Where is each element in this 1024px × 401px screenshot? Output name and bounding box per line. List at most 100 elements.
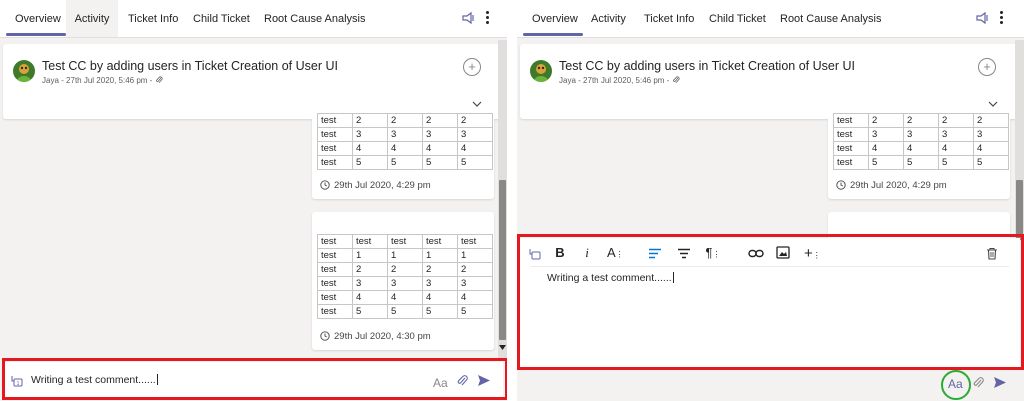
format-toggle-icon[interactable] — [529, 248, 541, 260]
pin-icon[interactable] — [461, 11, 475, 25]
send-icon[interactable] — [993, 376, 1007, 389]
table-cell: 2 — [387, 113, 423, 128]
table-cell: 3 — [352, 127, 388, 142]
tab-root-cause-analysis[interactable]: Root Cause Analysis — [264, 0, 366, 37]
insert-more-button[interactable]: +⋮ — [804, 245, 821, 262]
avatar[interactable] — [13, 60, 35, 82]
meta-separator: - — [61, 76, 64, 85]
scrollbar[interactable] — [1015, 40, 1024, 240]
plus-icon: + — [804, 245, 813, 262]
tab-activity[interactable]: Activity — [66, 0, 118, 37]
tab-activity[interactable]: Activity — [591, 0, 626, 37]
more-options-icon[interactable] — [486, 11, 490, 25]
tab-bar: Overview Activity Ticket Info Child Tick… — [517, 0, 1024, 38]
table-cell: 1 — [387, 248, 423, 263]
table-row: test 4 4 4 4 — [833, 141, 1009, 156]
send-icon[interactable] — [477, 374, 491, 387]
table-row: test 5 5 5 5 — [317, 155, 493, 170]
table-cell: 4 — [387, 290, 423, 305]
tab-root-cause-analysis[interactable]: Root Cause Analysis — [780, 0, 882, 37]
italic-button[interactable]: i — [579, 245, 595, 261]
activity-panel-expanded: Overview Activity Ticket Info Child Tick… — [517, 0, 1024, 401]
trash-icon[interactable] — [986, 247, 998, 260]
scrollbar[interactable] — [498, 40, 507, 358]
ticket-title[interactable]: Test CC by adding users in Ticket Creati… — [559, 59, 855, 73]
table-cell: 4 — [422, 141, 458, 156]
more-options-icon[interactable] — [1000, 11, 1004, 25]
ticket-author: Jaya — [559, 76, 576, 85]
table-cell: test — [833, 113, 869, 128]
format-button[interactable]: Aa — [433, 376, 448, 390]
image-icon[interactable] — [776, 246, 790, 259]
tab-label: Child Ticket — [193, 13, 250, 25]
ticket-card: Test CC by adding users in Ticket Creati… — [520, 44, 1019, 119]
tab-child-ticket[interactable]: Child Ticket — [709, 0, 766, 37]
chevron-down-icon[interactable] — [988, 95, 998, 107]
tab-underline-overview — [6, 33, 66, 36]
ticket-meta: Jaya - 27th Jul 2020, 5:46 pm - — [42, 76, 163, 85]
compose-box[interactable]: 1 Writing a test comment...... Aa — [3, 362, 503, 398]
font-size-button[interactable]: A⋮ — [607, 245, 624, 260]
pin-icon[interactable] — [975, 11, 989, 25]
paragraph-button[interactable]: ¶⋮ — [705, 245, 721, 260]
table-cell: test — [833, 155, 869, 170]
scroll-down-icon[interactable] — [499, 345, 506, 350]
tab-underline-overview — [523, 33, 583, 36]
table-cell: test — [317, 127, 353, 142]
table-cell: 4 — [422, 290, 458, 305]
table-cell: 3 — [422, 276, 458, 291]
scroll-thumb[interactable] — [1016, 180, 1023, 240]
avatar[interactable] — [530, 60, 552, 82]
comment-table: test test test test test test 1 1 1 1 test 2 2 2 2 t… — [317, 234, 493, 319]
table-cell: 3 — [938, 127, 974, 142]
table-cell: 4 — [457, 141, 493, 156]
paperclip-icon[interactable] — [972, 377, 984, 389]
highlight-icon[interactable] — [648, 248, 662, 259]
svg-text:1: 1 — [17, 381, 20, 387]
timestamp-text: 29th Jul 2020, 4:29 pm — [334, 180, 431, 191]
table-cell: 2 — [457, 113, 493, 128]
add-button[interactable]: + — [463, 58, 481, 76]
table-cell: 2 — [352, 262, 388, 277]
ticket-title[interactable]: Test CC by adding users in Ticket Creati… — [42, 59, 338, 73]
paperclip-icon[interactable] — [456, 375, 468, 387]
table-cell: 2 — [973, 113, 1009, 128]
ticket-date: 27th Jul 2020, 5:46 pm — [583, 76, 665, 85]
tab-overview[interactable]: Overview — [523, 0, 587, 37]
format-button[interactable]: Aa — [948, 377, 963, 391]
table-cell: test — [317, 141, 353, 156]
add-button[interactable]: + — [978, 58, 996, 76]
table-cell: 3 — [352, 276, 388, 291]
table-row: test 4 4 4 4 — [317, 290, 493, 305]
compose-input[interactable]: Writing a test comment...... — [31, 374, 158, 386]
comment-timestamp: 29th Jul 2020, 4:29 pm — [320, 180, 431, 191]
compose-input[interactable]: Writing a test comment...... — [547, 272, 674, 284]
comment-card: test 2 2 2 2 test 3 3 3 3 test 4 4 4 4 test 5 5 5 5 29th… — [312, 113, 494, 199]
tab-ticket-info[interactable]: Ticket Info — [128, 0, 178, 37]
table-cell: test — [317, 276, 353, 291]
tab-overview[interactable]: Overview — [6, 0, 70, 37]
table-cell: 4 — [457, 290, 493, 305]
text-color-icon[interactable] — [677, 248, 691, 259]
table-cell: 5 — [387, 155, 423, 170]
tab-child-ticket[interactable]: Child Ticket — [193, 0, 250, 37]
tab-label: Overview — [532, 13, 578, 25]
compose-text: Writing a test comment...... — [31, 374, 156, 386]
table-cell: test — [317, 304, 353, 319]
bold-button[interactable]: B — [552, 245, 568, 260]
scroll-thumb[interactable] — [499, 180, 506, 340]
table-cell: 4 — [938, 141, 974, 156]
table-cell: 5 — [352, 155, 388, 170]
chevron-down-icon[interactable] — [472, 95, 482, 107]
format-toggle-icon[interactable]: 1 — [11, 375, 23, 387]
tab-ticket-info[interactable]: Ticket Info — [644, 0, 694, 37]
table-cell: 2 — [422, 262, 458, 277]
comment-card: test 2 2 2 2 test 3 3 3 3 test 4 4 4 4 test 5 5 5 5 29th… — [828, 113, 1010, 199]
tab-label: Activity — [591, 13, 626, 25]
table-cell: test — [317, 248, 353, 263]
link-icon[interactable] — [748, 248, 764, 259]
table-cell: 3 — [868, 127, 904, 142]
table-cell: test — [317, 155, 353, 170]
table-cell: test — [457, 234, 493, 249]
font-size-label: A — [607, 245, 616, 260]
